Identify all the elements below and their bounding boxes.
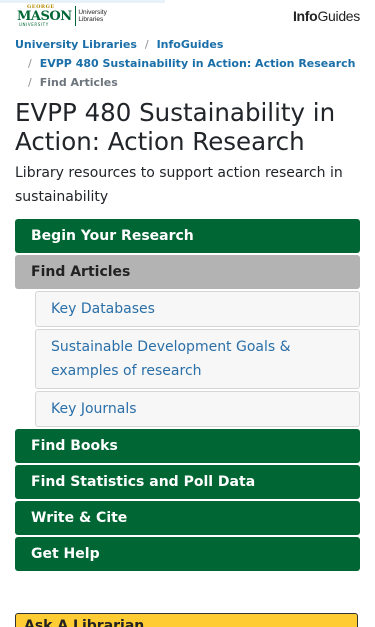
- mason-wordmark: GEORGE MASON UNIVERSITY: [17, 5, 72, 27]
- nav-find-statistics[interactable]: Find Statistics and Poll Data: [15, 465, 360, 499]
- ask-a-librarian-heading: Ask A Librarian: [24, 618, 145, 627]
- ask-a-librarian-box[interactable]: Ask A Librarian: [15, 613, 358, 627]
- page-description: Library resources to support action rese…: [15, 165, 343, 205]
- logo-university-text: UNIVERSITY: [19, 22, 49, 27]
- breadcrumb-guide[interactable]: EVPP 480 Sustainability in Action: Actio…: [40, 54, 356, 73]
- nav-get-help[interactable]: Get Help: [15, 537, 360, 571]
- subnav-key-journals[interactable]: Key Journals: [35, 391, 360, 427]
- logo-divider: [74, 6, 76, 26]
- subnav-sustainable-development-goals[interactable]: Sustainable Development Goals & examples…: [35, 329, 360, 389]
- nav-begin-your-research[interactable]: Begin Your Research: [15, 219, 360, 253]
- logo-libraries-text: University Libraries: [78, 9, 107, 23]
- infoguides-info-text: Info: [292, 8, 318, 24]
- site-header: GEORGE MASON UNIVERSITY University Libra…: [0, 0, 375, 32]
- breadcrumb-separator: /: [28, 57, 32, 70]
- guide-navigation: Begin Your Research Find Articles Key Da…: [15, 219, 360, 573]
- nav-find-articles[interactable]: Find Articles: [15, 255, 360, 289]
- nav-write-and-cite[interactable]: Write & Cite: [15, 501, 360, 535]
- breadcrumb-separator: /: [28, 76, 32, 89]
- breadcrumb-row: / Find Articles: [15, 73, 360, 92]
- breadcrumb: University Libraries / InfoGuides / EVPP…: [15, 35, 360, 92]
- page-title: EVPP 480 Sustainability in Action: Actio…: [15, 98, 336, 156]
- find-articles-subnav: Key Databases Sustainable Development Go…: [35, 291, 360, 427]
- infoguides-logo[interactable]: InfoGuides: [293, 8, 360, 24]
- breadcrumb-row: / EVPP 480 Sustainability in Action: Act…: [15, 54, 360, 73]
- page: GEORGE MASON UNIVERSITY University Libra…: [0, 0, 375, 627]
- breadcrumb-infoguides[interactable]: InfoGuides: [157, 35, 224, 54]
- infoguides-guides-text: Guides: [317, 8, 360, 24]
- nav-find-books[interactable]: Find Books: [15, 429, 360, 463]
- breadcrumb-university-libraries[interactable]: University Libraries: [15, 35, 137, 54]
- breadcrumb-row: University Libraries / InfoGuides: [15, 35, 360, 54]
- breadcrumb-current: Find Articles: [39, 76, 118, 89]
- breadcrumb-separator: /: [144, 38, 149, 51]
- gmu-libraries-logo[interactable]: GEORGE MASON UNIVERSITY University Libra…: [17, 2, 121, 30]
- subnav-key-databases[interactable]: Key Databases: [35, 291, 360, 327]
